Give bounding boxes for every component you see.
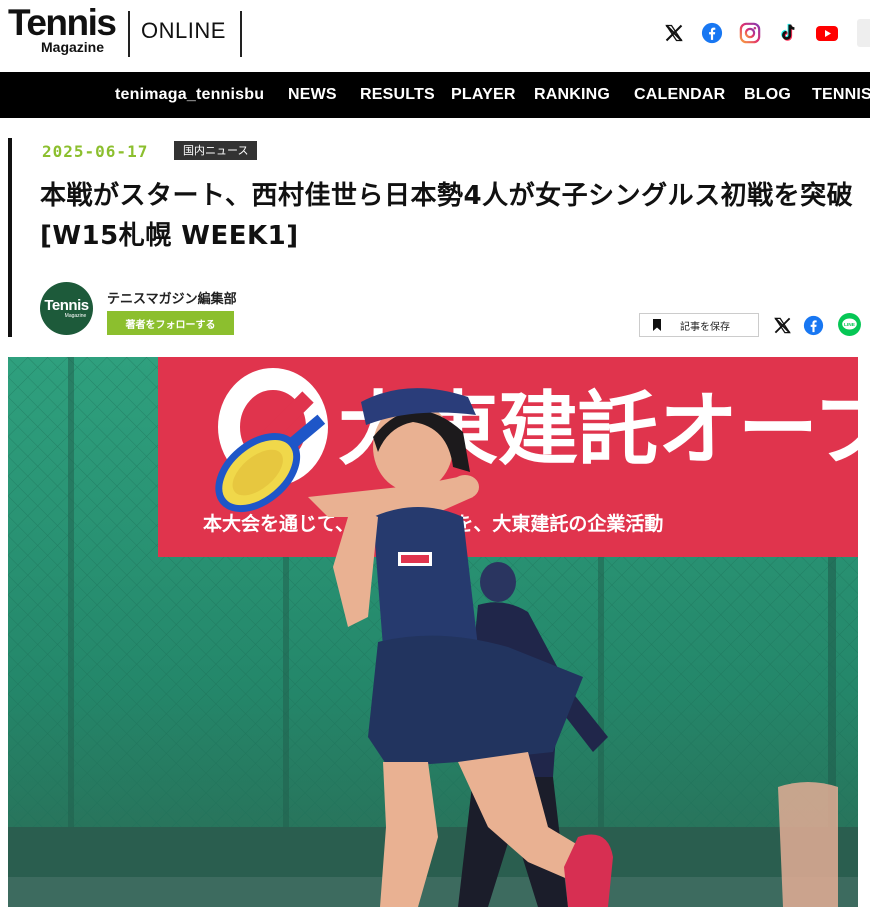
main-nav: tenimaga_tennisbu NEWS RESULTS PLAYER RA…: [0, 72, 870, 118]
bookmark-icon: [652, 319, 662, 331]
nav-item-calendar[interactable]: CALENDAR: [634, 85, 725, 105]
header-search-edge[interactable]: [857, 19, 870, 47]
site-header: Tennis Magazine ONLINE: [0, 0, 870, 72]
author-avatar[interactable]: Tennis Magazine: [40, 282, 93, 335]
article-date: 2025-06-17: [42, 142, 149, 161]
save-article-label: 記事を保存: [680, 321, 730, 333]
x-icon[interactable]: [661, 20, 687, 46]
logo-online-text: ONLINE: [141, 18, 226, 43]
save-article-button[interactable]: 記事を保存: [639, 313, 759, 337]
nav-item-player[interactable]: PLAYER: [451, 85, 516, 105]
article-header: 2025-06-17 国内ニュース 本戦がスタート、西村佳世ら日本勢4人が女子シ…: [8, 138, 870, 337]
instagram-icon[interactable]: [737, 20, 763, 46]
nav-item-tennisbu[interactable]: tenimaga_tennisbu: [115, 85, 264, 105]
nav-item-blog[interactable]: BLOG: [744, 85, 791, 105]
follow-author-button[interactable]: 著者をフォローする: [107, 311, 234, 335]
logo-divider: [128, 11, 130, 57]
site-logo[interactable]: Tennis Magazine: [8, 4, 120, 58]
nav-item-results[interactable]: RESULTS: [360, 85, 435, 105]
author-name[interactable]: テニスマガジン編集部: [107, 288, 237, 307]
article-title: 本戦がスタート、西村佳世ら日本勢4人が女子シングルス初戦を突破 [W15札幌 W…: [40, 181, 854, 251]
share-line-icon[interactable]: LINE: [837, 312, 862, 337]
avatar-logo-subtext: Magazine: [64, 312, 87, 319]
youtube-icon[interactable]: [814, 20, 840, 46]
hero-photo: 大東建託オープ 本大会を通じて、CO2の一部を、大東建託の企業活動: [8, 357, 858, 907]
avatar-logo-text: Tennis: [44, 296, 89, 314]
nav-item-ranking[interactable]: RANKING: [534, 85, 610, 105]
tiktok-icon[interactable]: [775, 20, 801, 46]
logo-divider-right: [240, 11, 242, 57]
nav-item-tennis[interactable]: TENNIS: [812, 85, 870, 105]
share-facebook-icon[interactable]: [802, 314, 824, 336]
hero-photo-illustration: 大東建託オープ 本大会を通じて、CO2の一部を、大東建託の企業活動: [8, 357, 858, 907]
nav-item-news[interactable]: NEWS: [288, 85, 337, 105]
logo-magazine-text: Magazine: [41, 39, 105, 55]
share-x-icon[interactable]: [771, 314, 793, 336]
facebook-icon[interactable]: [699, 20, 725, 46]
logo-tennis-text: Tennis: [8, 2, 117, 43]
svg-text:LINE: LINE: [844, 322, 855, 328]
category-badge[interactable]: 国内ニュース: [174, 141, 258, 160]
